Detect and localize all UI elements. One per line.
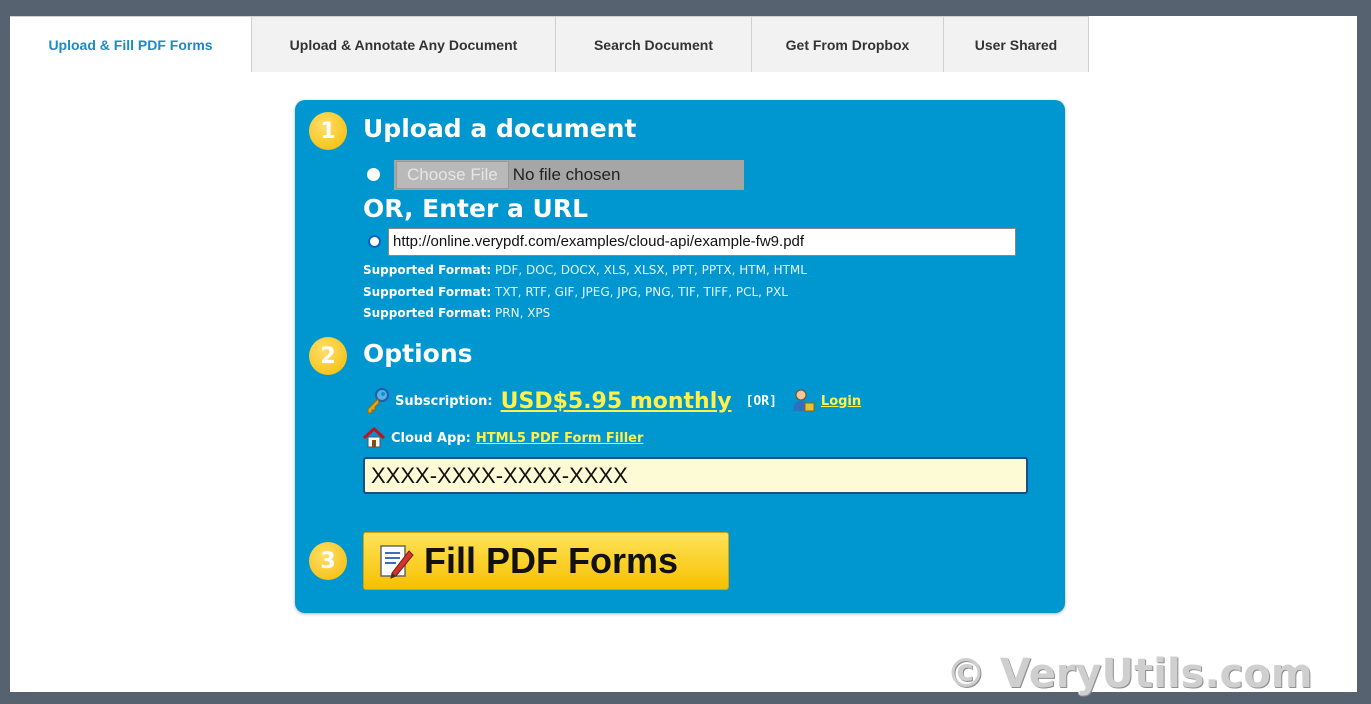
cloud-app-link[interactable]: HTML5 PDF Form Filler (476, 431, 644, 446)
upload-heading: Upload a document (363, 114, 637, 143)
cloud-app-row: Cloud App: HTML5 PDF Form Filler (362, 426, 644, 450)
format-label: Supported Format: (363, 285, 492, 299)
fill-pdf-forms-button[interactable]: Fill PDF Forms (363, 532, 729, 590)
format-label: Supported Format: (363, 263, 492, 277)
login-link[interactable]: Login (821, 394, 861, 409)
supported-formats-line-3: Supported Format: PRN, XPS (363, 306, 550, 320)
choose-file-button[interactable]: Choose File (396, 161, 509, 189)
format-label: Supported Format: (363, 306, 492, 320)
subscription-price-link[interactable]: USD$5.95 monthly (501, 389, 732, 414)
tab-get-from-dropbox[interactable]: Get From Dropbox (751, 16, 943, 72)
tab-upload-fill-pdf-forms[interactable]: Upload & Fill PDF Forms (10, 16, 251, 72)
license-key-input[interactable]: XXXX-XXXX-XXXX-XXXX (363, 457, 1028, 494)
user-icon (791, 389, 815, 413)
home-icon (362, 426, 386, 449)
file-picker: Choose File No file chosen (394, 160, 744, 190)
step-2-badge: 2 (309, 337, 347, 375)
url-radio[interactable] (368, 235, 381, 248)
file-radio[interactable] (367, 168, 380, 181)
file-status: No file chosen (512, 165, 621, 184)
watermark: © VeryUtils.com (946, 651, 1313, 697)
step-1-badge: 1 (309, 112, 347, 150)
supported-formats-line-2: Supported Format: TXT, RTF, GIF, JPEG, J… (363, 285, 788, 299)
tab-bar: Upload & Fill PDF Forms Upload & Annotat… (10, 16, 1089, 72)
format-values: PDF, DOC, DOCX, XLS, XLSX, PPT, PPTX, HT… (495, 263, 807, 277)
or-separator: [OR] (745, 393, 777, 409)
upload-panel: 1 Upload a document Choose File No file … (295, 100, 1065, 613)
url-input[interactable]: http://online.verypdf.com/examples/cloud… (388, 228, 1016, 256)
key-icon (363, 387, 391, 415)
url-heading: OR, Enter a URL (363, 194, 589, 223)
format-values: PRN, XPS (495, 306, 551, 320)
tab-upload-annotate-document[interactable]: Upload & Annotate Any Document (251, 16, 555, 72)
subscription-label: Subscription: (395, 393, 493, 409)
step-3-badge: 3 (309, 542, 347, 580)
cloud-app-label: Cloud App: (391, 430, 471, 446)
tab-search-document[interactable]: Search Document (555, 16, 751, 72)
edit-form-icon (378, 543, 414, 579)
supported-formats-line-1: Supported Format: PDF, DOC, DOCX, XLS, X… (363, 263, 807, 277)
fill-button-label: Fill PDF Forms (424, 540, 679, 581)
format-values: TXT, RTF, GIF, JPEG, JPG, PNG, TIF, TIFF… (495, 285, 788, 299)
tab-user-shared[interactable]: User Shared (943, 16, 1089, 72)
subscription-row: Subscription: USD$5.95 monthly [OR] Logi… (363, 383, 861, 419)
options-heading: Options (363, 339, 473, 368)
